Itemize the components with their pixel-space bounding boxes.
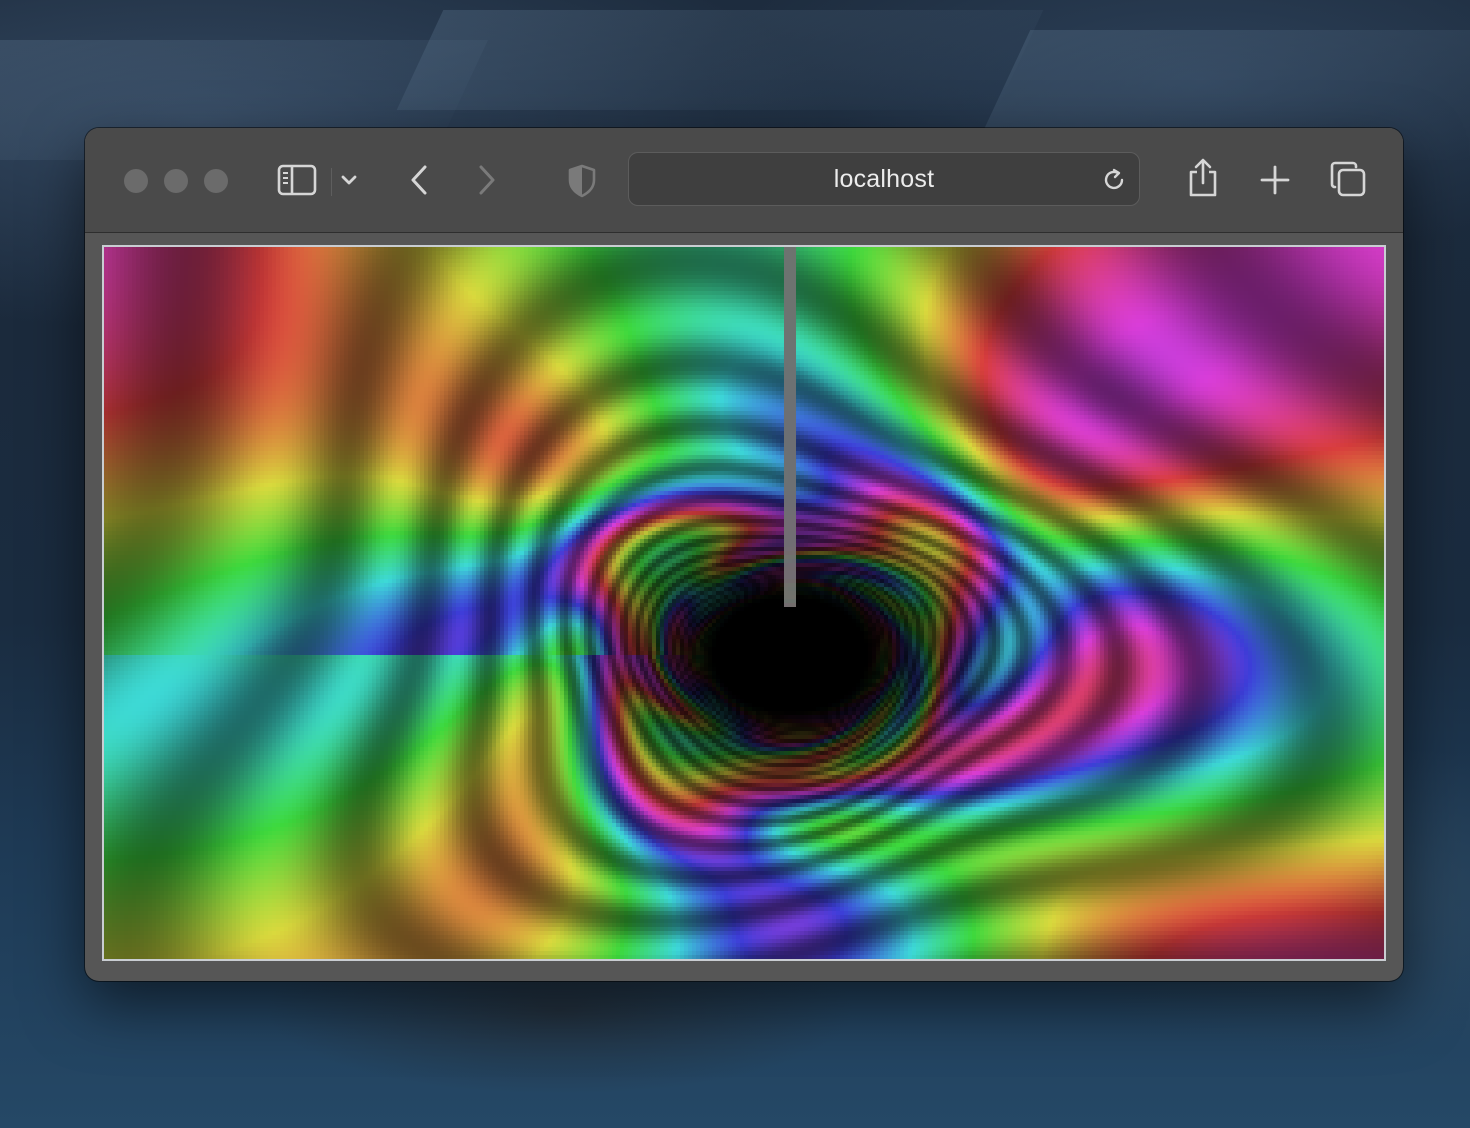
- chevron-down-icon: [341, 175, 357, 185]
- minimize-window-button[interactable]: [164, 169, 188, 193]
- new-tab-icon: [1260, 165, 1290, 195]
- toolbar-divider: [331, 168, 332, 196]
- tab-overview-icon: [1330, 161, 1366, 197]
- browser-toolbar: localhost: [85, 128, 1403, 233]
- privacy-report-button[interactable]: [563, 162, 601, 200]
- new-tab-button[interactable]: [1255, 160, 1295, 200]
- privacy-shield-icon: [568, 164, 596, 198]
- reload-icon: [1104, 168, 1124, 190]
- back-button[interactable]: [401, 160, 437, 200]
- forward-icon: [479, 165, 495, 195]
- back-icon: [411, 165, 427, 195]
- forward-button[interactable]: [469, 160, 505, 200]
- close-window-button[interactable]: [124, 169, 148, 193]
- tab-overview-button[interactable]: [1327, 158, 1369, 200]
- share-button[interactable]: [1183, 156, 1223, 200]
- zoom-window-button[interactable]: [204, 169, 228, 193]
- address-bar[interactable]: localhost: [628, 152, 1140, 206]
- reload-button[interactable]: [1099, 165, 1129, 195]
- wallpaper-mountain: [396, 10, 1044, 110]
- sidebar-toggle-button[interactable]: [275, 162, 319, 198]
- desktop-wallpaper: localhost: [0, 0, 1470, 1128]
- address-url: localhost: [833, 164, 935, 193]
- page-content: [102, 245, 1386, 961]
- tab-group-dropdown-button[interactable]: [337, 168, 361, 192]
- sidebar-icon: [277, 164, 317, 196]
- tunnel-canvas[interactable]: [104, 247, 1384, 959]
- share-icon: [1189, 158, 1217, 197]
- browser-window: localhost: [85, 128, 1403, 981]
